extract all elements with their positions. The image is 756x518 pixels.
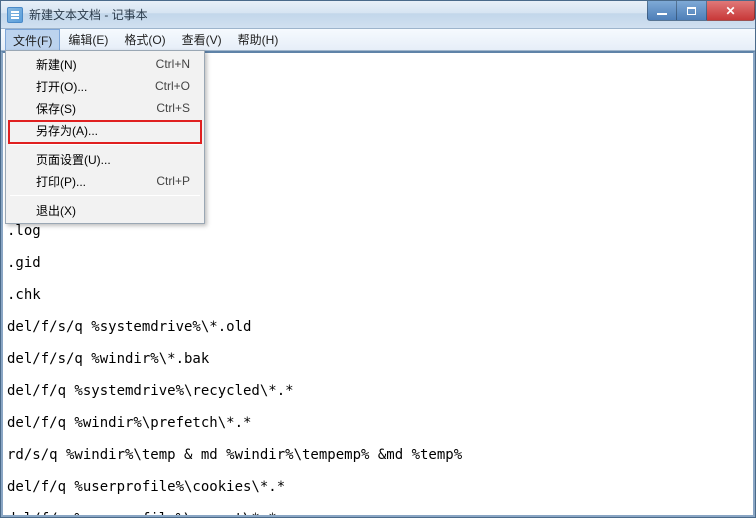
- menu-item-open[interactable]: 打开(O)... Ctrl+O: [8, 75, 202, 97]
- minimize-button[interactable]: [647, 1, 677, 21]
- window-title: 新建文本文档 - 记事本: [29, 6, 148, 23]
- menu-item-accel: Ctrl+N: [156, 57, 202, 71]
- menu-separator: [10, 144, 200, 145]
- menu-help[interactable]: 帮助(H): [230, 29, 287, 50]
- menu-item-label: 退出(X): [36, 202, 190, 219]
- menu-item-exit[interactable]: 退出(X): [8, 199, 202, 221]
- menu-item-label: 打印(P)...: [36, 173, 156, 190]
- notepad-window: 新建文本文档 - 记事本 ✕ 文件(F) 编辑(E) 格式(O) 查看(V) 帮…: [0, 0, 756, 518]
- menu-item-label: 保存(S): [36, 100, 156, 117]
- menu-item-accel: Ctrl+S: [156, 101, 202, 115]
- titlebar: 新建文本文档 - 记事本 ✕: [1, 1, 755, 29]
- menu-item-new[interactable]: 新建(N) Ctrl+N: [8, 53, 202, 75]
- menu-item-label: 打开(O)...: [36, 78, 155, 95]
- menu-separator: [10, 195, 200, 196]
- menu-item-save[interactable]: 保存(S) Ctrl+S: [8, 97, 202, 119]
- menu-item-save-as[interactable]: 另存为(A)...: [8, 119, 202, 141]
- menu-item-label: 另存为(A)...: [36, 122, 190, 139]
- menu-item-page-setup[interactable]: 页面设置(U)...: [8, 148, 202, 170]
- notepad-icon: [7, 7, 23, 23]
- menu-item-label: 新建(N): [36, 56, 156, 73]
- menu-edit[interactable]: 编辑(E): [60, 29, 116, 50]
- menu-item-accel: Ctrl+O: [155, 79, 202, 93]
- menu-item-label: 页面设置(U)...: [36, 151, 190, 168]
- menu-item-print[interactable]: 打印(P)... Ctrl+P: [8, 170, 202, 192]
- window-controls: ✕: [647, 1, 755, 21]
- maximize-button[interactable]: [677, 1, 707, 21]
- close-button[interactable]: ✕: [707, 1, 755, 21]
- menu-item-accel: Ctrl+P: [156, 174, 202, 188]
- file-menu-dropdown: 新建(N) Ctrl+N 打开(O)... Ctrl+O 保存(S) Ctrl+…: [5, 50, 205, 224]
- menu-format[interactable]: 格式(O): [116, 29, 173, 50]
- menubar: 文件(F) 编辑(E) 格式(O) 查看(V) 帮助(H): [1, 29, 755, 51]
- menu-file[interactable]: 文件(F): [5, 29, 60, 50]
- menu-view[interactable]: 查看(V): [174, 29, 230, 50]
